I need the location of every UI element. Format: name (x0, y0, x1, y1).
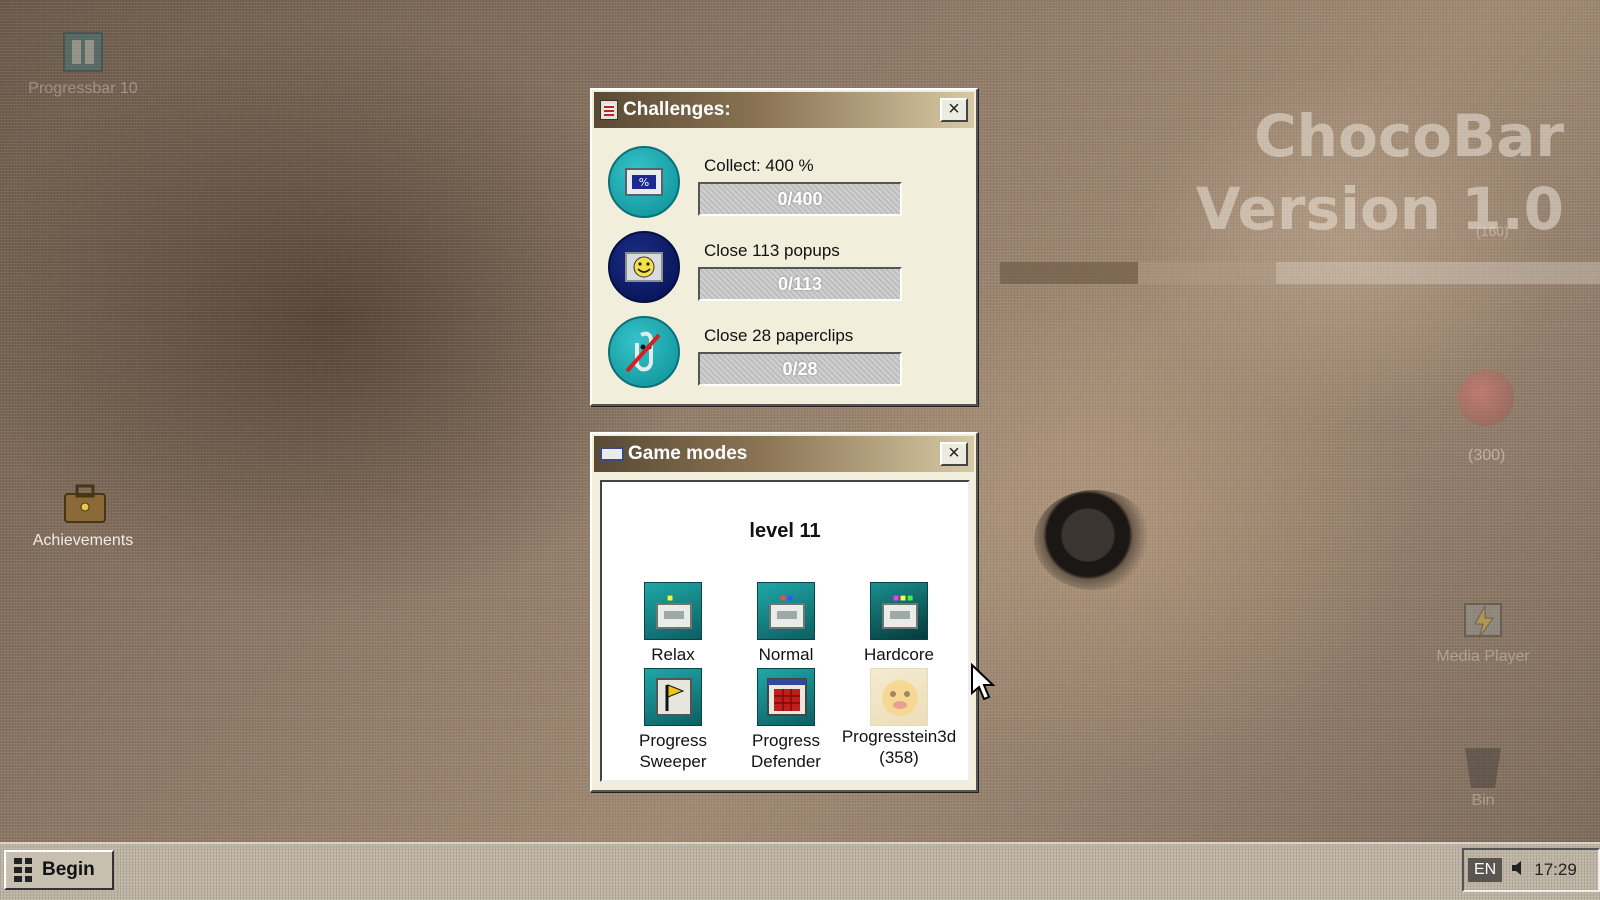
chocobar-title: ChocoBar Version 1.0 (1196, 100, 1564, 245)
volume-icon[interactable] (1510, 859, 1526, 882)
desktop-icon-label: Media Player (1436, 648, 1530, 665)
challenge-label: Close 28 paperclips (704, 326, 854, 345)
flag-icon (644, 668, 702, 726)
challenges-titlebar[interactable]: Challenges: × (594, 92, 974, 128)
desktop-icon-progressbar[interactable]: Progressbar 10 (18, 30, 148, 98)
mode-label: Progress (638, 731, 708, 750)
begin-button[interactable]: Begin (4, 850, 114, 890)
briefcase-icon (61, 482, 106, 526)
percent-segment-icon: % (608, 146, 680, 218)
mode-label: Defender (751, 752, 821, 771)
no-paperclip-icon (608, 316, 680, 388)
challenge-progress-bar: 0/400 (698, 182, 902, 216)
media-player-icon (1461, 598, 1505, 642)
chocobar-title-line1: ChocoBar (1254, 102, 1564, 170)
mode-label: Normal (758, 645, 814, 664)
taskbar: Begin EN 17:29 (0, 842, 1600, 900)
game-modes-titlebar[interactable]: Game modes × (594, 436, 974, 472)
mode-label: Sweeper (639, 752, 707, 771)
chocobar-subtitle: (160) (1476, 223, 1509, 239)
defender-icon (757, 668, 815, 726)
progressbar-icon (61, 30, 105, 74)
begin-label: Begin (42, 859, 95, 880)
mode-label: Progress (751, 731, 821, 750)
clock: 17:29 (1534, 860, 1577, 879)
challenge-progress-bar: 0/28 (698, 352, 902, 386)
mode-label: Hardcore (864, 645, 934, 664)
mode-label: Progresstein3d (841, 727, 957, 746)
chocobar-title-line2: Version 1.0 (1195, 174, 1564, 243)
challenge-item: Close 113 popups 0/113 (606, 225, 966, 305)
faded-counter: (300) (1468, 447, 1506, 464)
dog-face-icon (870, 668, 928, 726)
relax-mode-icon: ■ (644, 582, 702, 640)
challenge-label: Collect: 400 % (704, 156, 814, 175)
challenges-window-icon (600, 100, 618, 120)
hardcore-mode-icon: ■■■ (870, 582, 928, 640)
challenges-title: Challenges: (623, 99, 731, 120)
desktop-icon-bin[interactable]: Bin (1418, 742, 1548, 810)
normal-mode-icon: ■■ (757, 582, 815, 640)
challenge-item: Close 28 paperclips 0/28 (606, 310, 966, 390)
mode-hardcore[interactable]: ■■■ Hardcore (840, 582, 958, 665)
mode-progresstein3d[interactable]: Progresstein3d (358) (840, 668, 958, 768)
svg-text:%: % (639, 176, 649, 189)
system-tray: EN 17:29 (1462, 848, 1600, 892)
smiley-popup-icon (608, 231, 680, 303)
desktop-icon-label: Progressbar 10 (28, 80, 138, 97)
challenge-label: Close 113 popups (704, 241, 840, 260)
desktop-progress-strip (1000, 262, 1600, 284)
game-modes-window-icon (600, 447, 624, 461)
game-modes-panel: level 11 ■ Relax ■■ Normal ■■■ Hardcore … (600, 480, 970, 782)
desktop-icon-label: Bin (1471, 792, 1495, 809)
wallpaper-cat-eye (1034, 490, 1154, 590)
bin-icon (1461, 742, 1505, 788)
desktop-icon-media-player[interactable]: Media Player (1418, 598, 1548, 666)
desktop-icon-label: Achievements (32, 532, 134, 549)
desktop-icon-achievements[interactable]: Achievements (18, 482, 148, 550)
mouse-cursor-icon (970, 662, 996, 703)
language-indicator[interactable]: EN (1468, 858, 1503, 882)
mode-label: Relax (651, 645, 695, 664)
game-modes-title: Game modes (628, 443, 748, 464)
begin-grid-icon (14, 858, 32, 882)
faded-ball-icon (1458, 370, 1514, 426)
mode-relax[interactable]: ■ Relax (614, 582, 732, 665)
game-modes-window: Game modes × level 11 ■ Relax ■■ Normal … (590, 432, 978, 792)
challenge-item: % Collect: 400 % 0/400 (606, 140, 966, 220)
challenges-window: Challenges: × % Collect: 400 % 0/400 Clo… (590, 88, 978, 406)
level-label: level 11 (749, 520, 821, 542)
challenges-close-button[interactable]: × (940, 98, 968, 122)
mode-progress-sweeper[interactable]: Progress Sweeper (614, 668, 732, 772)
mode-normal[interactable]: ■■ Normal (727, 582, 845, 665)
game-modes-close-button[interactable]: × (940, 442, 968, 466)
mode-progress-defender[interactable]: Progress Defender (727, 668, 845, 772)
challenge-progress-bar: 0/113 (698, 267, 902, 301)
mode-label: (358) (879, 748, 919, 767)
